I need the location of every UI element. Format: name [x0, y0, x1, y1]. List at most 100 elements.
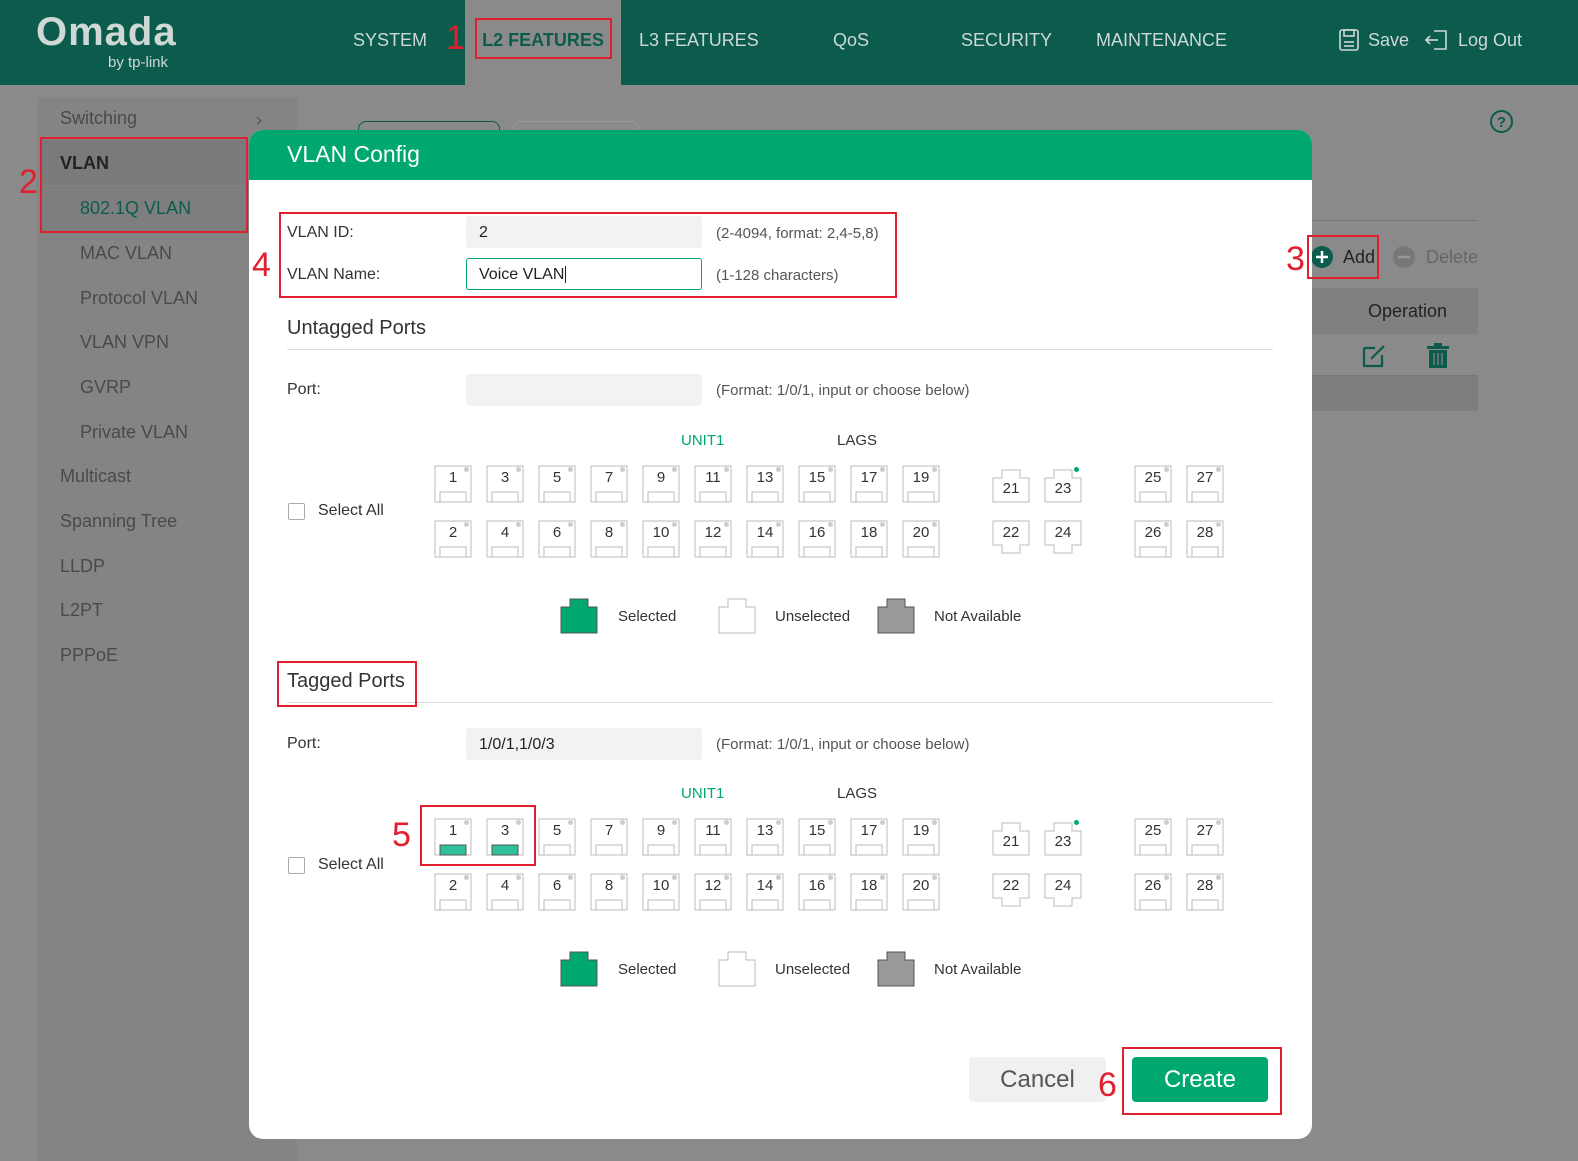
untagged-port-1[interactable]: 1	[434, 465, 472, 503]
untagged-port-10[interactable]: 10	[642, 520, 680, 558]
untagged-port-9[interactable]: 9	[642, 465, 680, 503]
sidebar-item-pppoe[interactable]: PPPoE	[60, 645, 118, 666]
nav-l3-features[interactable]: L3 FEATURES	[639, 0, 759, 85]
untagged-port-8[interactable]: 8	[590, 520, 628, 558]
untagged-port-6[interactable]: 6	[538, 520, 576, 558]
port-status-dot	[672, 467, 677, 472]
legend-unselected-label: Unselected	[775, 961, 851, 978]
untagged-select-all-checkbox[interactable]	[288, 503, 305, 520]
untagged-port-input[interactable]	[466, 374, 702, 406]
untagged-port-11[interactable]: 11	[694, 465, 732, 503]
tagged-select-all-checkbox[interactable]	[288, 857, 305, 874]
tagged-port-label: Port:	[287, 735, 321, 752]
sidebar-item-switching[interactable]: Switching	[60, 108, 137, 129]
nav-maintenance[interactable]: MAINTENANCE	[1096, 0, 1227, 85]
sidebar-item-gvrp[interactable]: GVRP	[80, 377, 131, 398]
nav-system[interactable]: SYSTEM	[353, 0, 427, 85]
tagged-port-4[interactable]: 4	[486, 873, 524, 911]
port-status-dot	[1216, 467, 1221, 472]
tagged-port-9[interactable]: 9	[642, 818, 680, 856]
port-number: 21	[1002, 833, 1020, 850]
untagged-port-3[interactable]: 3	[486, 465, 524, 503]
untagged-port-16[interactable]: 16	[798, 520, 836, 558]
port-status-dot	[1216, 820, 1221, 825]
sidebar-item-spanning-tree[interactable]: Spanning Tree	[60, 511, 177, 532]
delete-button[interactable]: Delete	[1426, 247, 1478, 268]
untagged-port-18[interactable]: 18	[850, 520, 888, 558]
port-status-dot	[828, 875, 833, 880]
untagged-port-5[interactable]: 5	[538, 465, 576, 503]
port-number: 24	[1054, 524, 1072, 541]
tagged-port-19[interactable]: 19	[902, 818, 940, 856]
untagged-port-25[interactable]: 25	[1134, 465, 1172, 503]
help-icon[interactable]: ?	[1489, 109, 1514, 134]
untagged-port-12[interactable]: 12	[694, 520, 732, 558]
tagged-port-5[interactable]: 5	[538, 818, 576, 856]
sidebar-item-l2pt[interactable]: L2PT	[60, 600, 103, 621]
tagged-port-14[interactable]: 14	[746, 873, 784, 911]
untagged-port-14[interactable]: 14	[746, 520, 784, 558]
tagged-port-15[interactable]: 15	[798, 818, 836, 856]
trash-icon[interactable]	[1426, 343, 1450, 369]
untagged-port-4[interactable]: 4	[486, 520, 524, 558]
port-status-dot	[1164, 522, 1169, 527]
untagged-port-21[interactable]: 21	[992, 465, 1030, 503]
untagged-port-17[interactable]: 17	[850, 465, 888, 503]
port-status-dot	[672, 820, 677, 825]
sidebar-item-protocol-vlan[interactable]: Protocol VLAN	[80, 288, 198, 309]
tagged-port-11[interactable]: 11	[694, 818, 732, 856]
tagged-port-2[interactable]: 2	[434, 873, 472, 911]
tagged-port-input[interactable]: 1/0/1,1/0/3	[466, 728, 702, 760]
tagged-port-17[interactable]: 17	[850, 818, 888, 856]
tagged-port-23[interactable]: 23	[1044, 818, 1082, 856]
tagged-port-10[interactable]: 10	[642, 873, 680, 911]
nav-qos[interactable]: QoS	[833, 0, 869, 85]
untagged-port-19[interactable]: 19	[902, 465, 940, 503]
untagged-port-28[interactable]: 28	[1186, 520, 1224, 558]
logout-button[interactable]: Log Out	[1424, 28, 1522, 52]
save-button[interactable]: Save	[1338, 28, 1409, 52]
port-status-dot	[568, 820, 573, 825]
tagged-port-12[interactable]: 12	[694, 873, 732, 911]
tagged-port-22[interactable]: 22	[992, 873, 1030, 909]
untagged-port-23[interactable]: 23	[1044, 465, 1082, 503]
port-status-dot	[724, 467, 729, 472]
untagged-port-2[interactable]: 2	[434, 520, 472, 558]
svg-text:?: ?	[1497, 114, 1506, 131]
untagged-port-20[interactable]: 20	[902, 520, 940, 558]
untagged-port-26[interactable]: 26	[1134, 520, 1172, 558]
port-number: 24	[1054, 877, 1072, 894]
untagged-port-24[interactable]: 24	[1044, 520, 1082, 556]
brand-name: Omada	[36, 10, 177, 54]
legend-selected-icon	[560, 951, 598, 992]
sidebar-item-vlan-vpn[interactable]: VLAN VPN	[80, 332, 169, 353]
tagged-port-13[interactable]: 13	[746, 818, 784, 856]
sidebar-item-multicast[interactable]: Multicast	[60, 466, 131, 487]
tagged-port-21[interactable]: 21	[992, 818, 1030, 856]
port-status-dot	[880, 467, 885, 472]
annotation-number-4: 4	[252, 246, 271, 284]
tagged-port-25[interactable]: 25	[1134, 818, 1172, 856]
tagged-port-20[interactable]: 20	[902, 873, 940, 911]
tagged-port-16[interactable]: 16	[798, 873, 836, 911]
untagged-port-27[interactable]: 27	[1186, 465, 1224, 503]
tagged-port-6[interactable]: 6	[538, 873, 576, 911]
untagged-port-7[interactable]: 7	[590, 465, 628, 503]
sidebar-item-private-vlan[interactable]: Private VLAN	[80, 422, 188, 443]
cancel-button[interactable]: Cancel	[969, 1057, 1106, 1102]
untagged-port-13[interactable]: 13	[746, 465, 784, 503]
tagged-port-26[interactable]: 26	[1134, 873, 1172, 911]
tagged-port-27[interactable]: 27	[1186, 818, 1224, 856]
tagged-port-7[interactable]: 7	[590, 818, 628, 856]
tagged-port-24[interactable]: 24	[1044, 873, 1082, 909]
untagged-port-15[interactable]: 15	[798, 465, 836, 503]
tagged-port-28[interactable]: 28	[1186, 873, 1224, 911]
sidebar-item-lldp[interactable]: LLDP	[60, 556, 105, 577]
tagged-port-8[interactable]: 8	[590, 873, 628, 911]
tagged-port-18[interactable]: 18	[850, 873, 888, 911]
nav-security[interactable]: SECURITY	[961, 0, 1052, 85]
sidebar-item-mac-vlan[interactable]: MAC VLAN	[80, 243, 172, 264]
edit-icon[interactable]	[1361, 343, 1387, 369]
untagged-port-22[interactable]: 22	[992, 520, 1030, 556]
logout-icon	[1424, 30, 1447, 50]
